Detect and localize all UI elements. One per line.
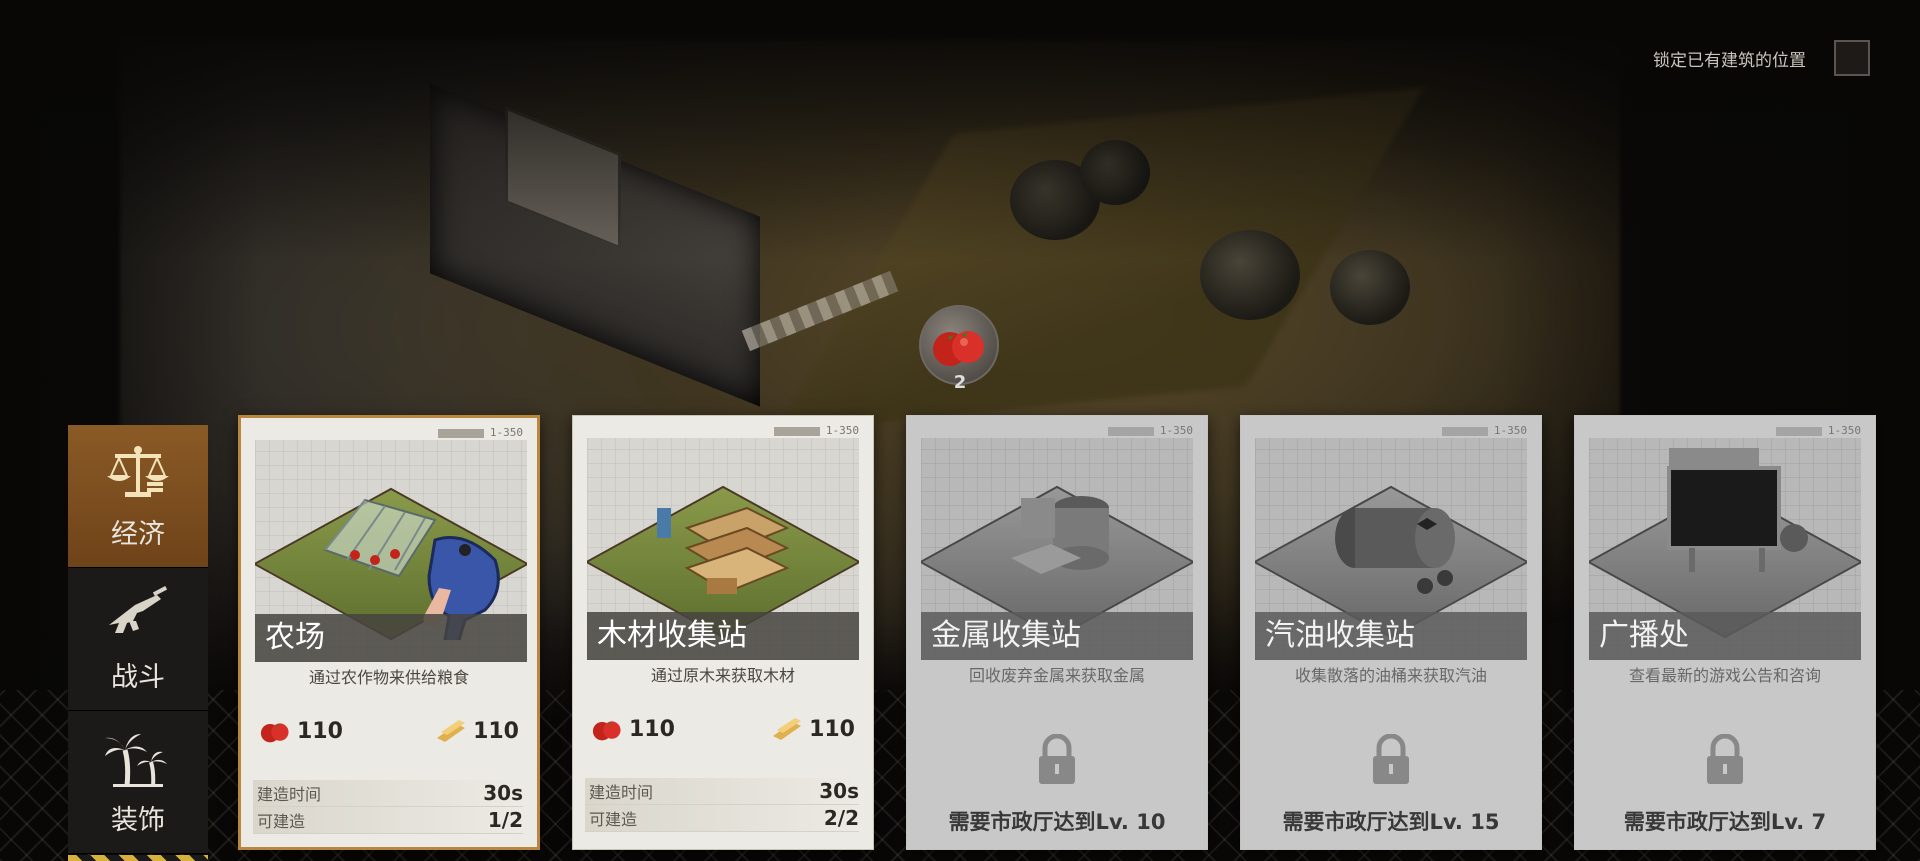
- build-info: 建造时间 30s 可建造 2/2: [585, 778, 859, 832]
- building-description: 查看最新的游戏公告和咨询: [1628, 666, 1821, 685]
- building-card-lumber-station[interactable]: 1-350 木材收集站 通过原木来获取木材 110 110 建造时间 30s 可…: [572, 415, 874, 850]
- lumber-station-thumbnail: 木材收集站: [587, 438, 859, 660]
- cost-food: 110: [591, 716, 675, 742]
- gasoline-station-thumbnail: 汽油收集站: [1255, 438, 1527, 660]
- unlock-requirement: 需要市政厅达到Lv. 10: [948, 810, 1166, 834]
- build-costs: 110 110: [259, 718, 519, 744]
- build-info: 建造时间 30s 可建造 1/2: [253, 780, 523, 834]
- building-card-farm[interactable]: 1-350 农场 通过农作物来供给粮食 110 110 建造时间 30s 可建造…: [238, 415, 540, 850]
- palm-tree-icon: [105, 733, 167, 787]
- building-description: 通过农作物来供给粮食: [308, 668, 469, 687]
- resource-bubble-count: 2: [953, 372, 967, 393]
- wood-plank-icon: [773, 718, 802, 740]
- rifle-icon: [109, 585, 168, 633]
- building-card-gasoline-station[interactable]: 1-350 汽油收集站 收集散落的油桶来获取汽油 需要市政厅达到Lv. 15: [1240, 415, 1542, 850]
- lock-buildings-checkbox[interactable]: [1834, 40, 1870, 76]
- building-description: 通过原木来获取木材: [650, 666, 795, 685]
- padlock-icon: [1707, 734, 1743, 784]
- build-costs: 110 110: [591, 716, 855, 742]
- building-name: 农场: [255, 614, 527, 662]
- card-tag: 1-350: [1775, 424, 1861, 437]
- category-economy[interactable]: 经济: [68, 425, 208, 568]
- unlock-requirement: 需要市政厅达到Lv. 7: [1623, 810, 1827, 834]
- lock-buildings-toggle[interactable]: 锁定已有建筑的位置: [1653, 40, 1870, 76]
- category-combat-label: 战斗: [111, 661, 165, 693]
- broadcast-thumbnail: 广播处: [1589, 438, 1861, 660]
- building-name: 广播处: [1589, 612, 1861, 660]
- category-decoration-label: 装饰: [111, 804, 165, 836]
- cost-wood: 110: [435, 718, 519, 744]
- build-time-row: 建造时间 30s: [253, 780, 523, 807]
- unlock-requirement: 需要市政厅达到Lv. 15: [1282, 810, 1500, 834]
- building-name: 金属收集站: [921, 612, 1193, 660]
- buildable-row: 可建造 2/2: [585, 805, 859, 832]
- wood-plank-icon: [437, 720, 466, 742]
- card-tag: 1-350: [1441, 424, 1527, 437]
- lock-buildings-label: 锁定已有建筑的位置: [1653, 50, 1806, 71]
- building-name: 木材收集站: [587, 612, 859, 660]
- metal-station-thumbnail: 金属收集站: [921, 438, 1193, 660]
- category-sidebar: 经济 战斗 装饰: [68, 425, 208, 854]
- building-card-broadcast[interactable]: 1-350 广播处 查看最新的游戏公告和咨询 需要市政厅达到Lv. 7: [1574, 415, 1876, 850]
- building-card-metal-station[interactable]: 1-350 金属收集站 回收废弃金属来获取金属 需要市政厅达到Lv. 10: [906, 415, 1208, 850]
- card-tag: 1-350: [773, 424, 859, 437]
- card-tag: 1-350: [1107, 424, 1193, 437]
- building-name: 汽油收集站: [1255, 612, 1527, 660]
- padlock-icon: [1039, 734, 1075, 784]
- lumber-pile-icon: [657, 506, 790, 594]
- category-decoration[interactable]: 装饰: [68, 711, 208, 854]
- billboard-icon: [1667, 448, 1808, 572]
- tomato-icon: [933, 329, 984, 366]
- build-time-row: 建造时间 30s: [585, 778, 859, 805]
- card-tag: 1-350: [437, 426, 523, 439]
- category-economy-label: 经济: [111, 518, 165, 550]
- scales-icon: [107, 445, 169, 497]
- building-description: 收集散落的油桶来获取汽油: [1294, 666, 1487, 685]
- padlock-icon: [1373, 734, 1409, 784]
- cost-wood: 110: [771, 716, 855, 742]
- hazard-stripe: [68, 855, 208, 861]
- farm-thumbnail: 农场: [255, 440, 527, 662]
- buildable-row: 可建造 1/2: [253, 807, 523, 834]
- metal-furnace-icon: [1011, 496, 1109, 574]
- category-combat[interactable]: 战斗: [68, 568, 208, 711]
- fuel-tank-icon: [1335, 508, 1455, 594]
- building-description: 回收废弃金属来获取金属: [968, 666, 1145, 685]
- tomato-icon: [260, 722, 289, 743]
- tomato-icon: [592, 720, 621, 741]
- cost-food: 110: [259, 718, 343, 744]
